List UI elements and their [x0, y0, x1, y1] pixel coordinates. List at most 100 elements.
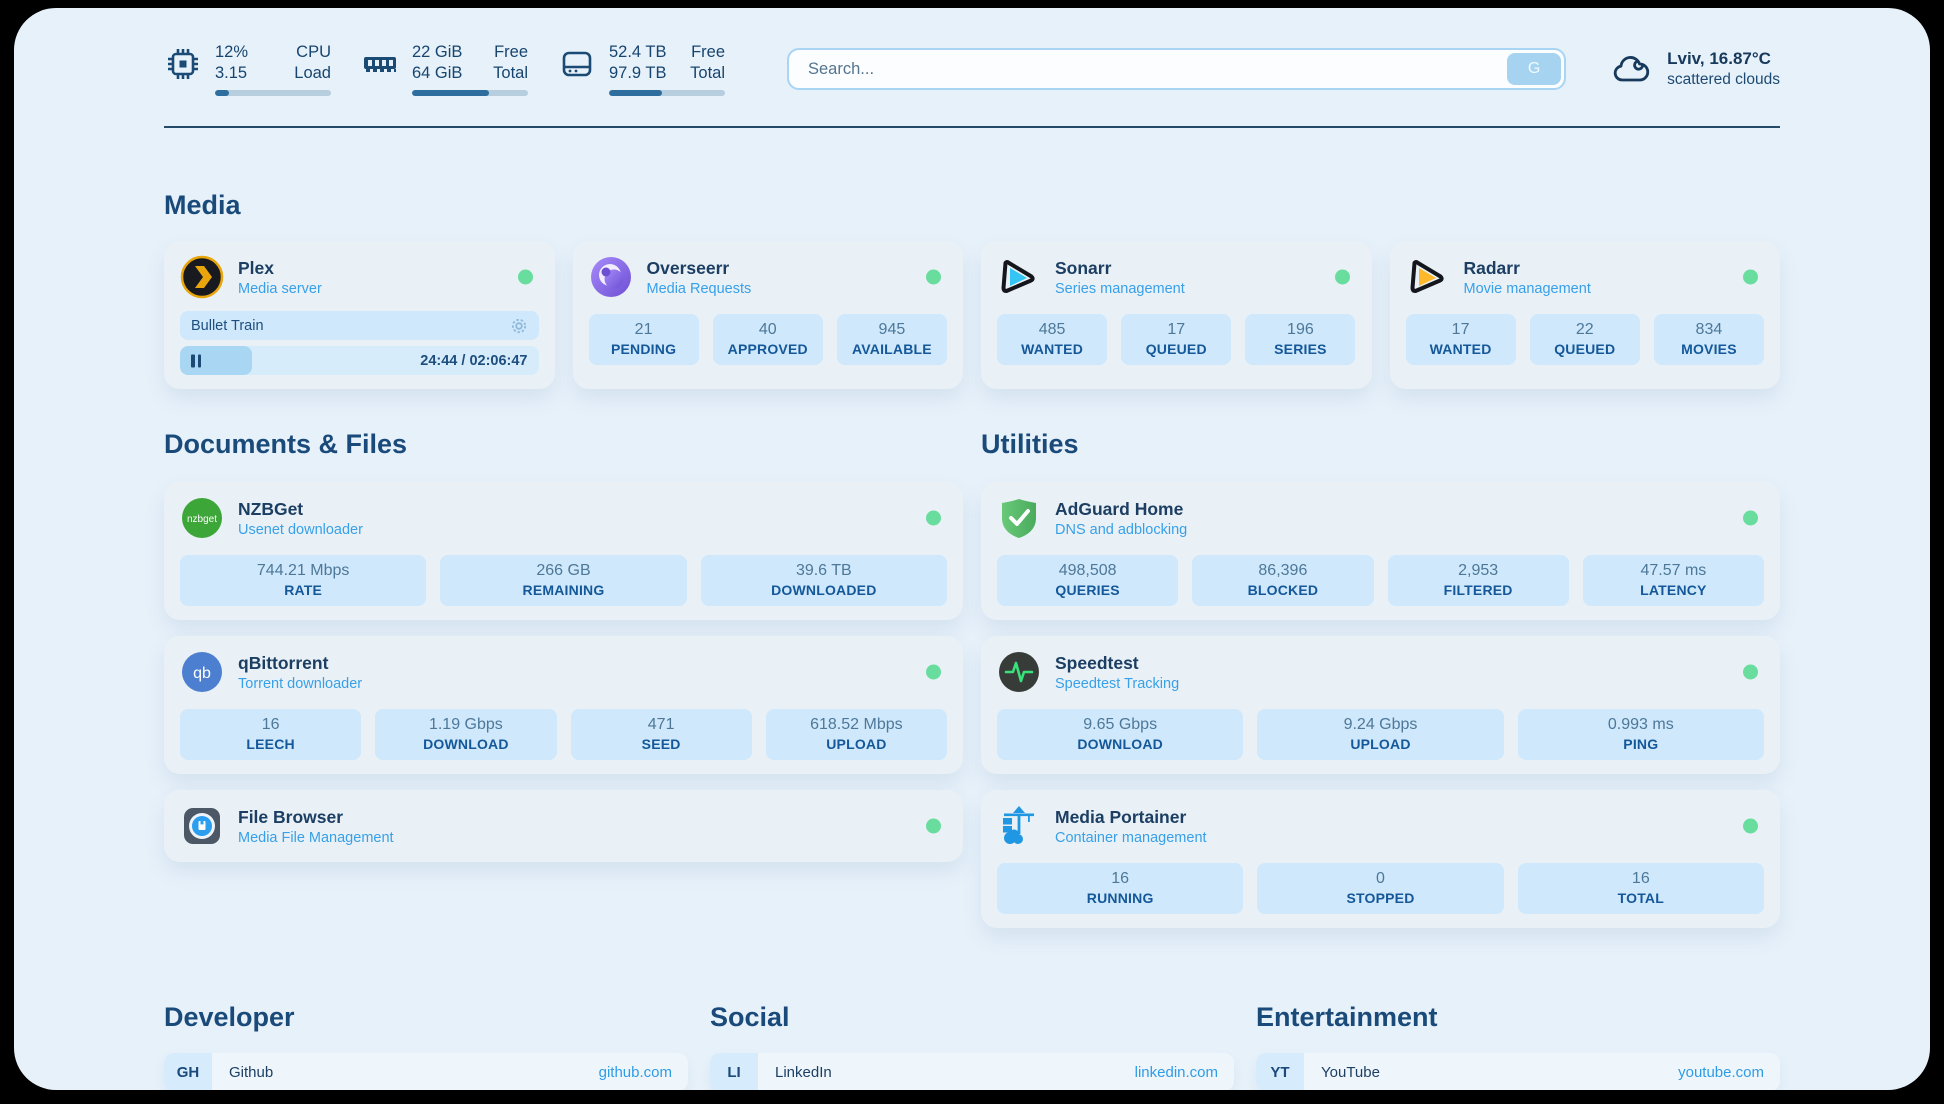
disk-free-value: 52.4 TB: [609, 42, 666, 63]
stat-pill: 0STOPPED: [1257, 863, 1503, 914]
section-title-social: Social: [710, 1002, 1234, 1033]
app-card-overseerr[interactable]: Overseerr Media Requests 21PENDING 40APP…: [573, 241, 964, 389]
stat-pill: 498,508 QUERIES: [997, 555, 1178, 606]
bookmark-github[interactable]: GH Github github.com: [164, 1053, 688, 1090]
weather-widget: Lviv, 16.87°C scattered clouds: [1610, 48, 1780, 90]
stat-label: UPLOAD: [770, 736, 943, 752]
bookmark-url: github.com: [599, 1064, 672, 1081]
search-engine-button[interactable]: G: [1507, 53, 1561, 85]
app-subtitle: Series management: [1055, 281, 1185, 297]
weather-location-temp: Lviv, 16.87°C: [1667, 49, 1780, 69]
stat-pill: 17 WANTED: [1406, 314, 1516, 365]
portainer-icon: [997, 804, 1041, 848]
stat-pill: 22 QUEUED: [1530, 314, 1640, 365]
stat-label: RATE: [184, 582, 422, 598]
plex-icon: [180, 255, 224, 299]
now-playing-title: Bullet Train: [191, 318, 510, 334]
status-online-dot: [1335, 270, 1350, 285]
app-subtitle: Torrent downloader: [238, 676, 362, 692]
app-subtitle: Media File Management: [238, 830, 394, 846]
stat-value: 47.57 ms: [1587, 562, 1760, 580]
radarr-icon: [1406, 255, 1450, 299]
app-title: File Browser: [238, 807, 394, 828]
disk-label-top: Free: [691, 42, 725, 63]
stat-label: DOWNLOAD: [379, 736, 552, 752]
stat-label: AVAILABLE: [841, 341, 943, 357]
bookmark-abbr: YT: [1256, 1053, 1304, 1090]
stat-value: 498,508: [1001, 562, 1174, 580]
app-subtitle: DNS and adblocking: [1055, 522, 1187, 538]
stat-label: QUERIES: [1001, 582, 1174, 598]
status-online-dot: [926, 511, 941, 526]
app-card-sonarr[interactable]: Sonarr Series management 485WANTED 17QUE…: [981, 241, 1372, 389]
stat-pill: 9.24 GbpsUPLOAD: [1257, 709, 1503, 760]
stat-pill: 39.6 TBDOWNLOADED: [701, 555, 947, 606]
stat-value: 9.65 Gbps: [1001, 716, 1239, 734]
bookmark-abbr: LI: [710, 1053, 758, 1090]
stat-value: 744.21 Mbps: [184, 562, 422, 580]
stat-label: SERIES: [1249, 341, 1351, 357]
stat-label: MOVIES: [1658, 341, 1760, 357]
stat-value: 86,396: [1196, 562, 1369, 580]
stat-value: 22: [1534, 321, 1636, 339]
app-card-portainer[interactable]: Media Portainer Container management 16R…: [981, 790, 1780, 928]
dashboard-page: 12%CPU 3.15Load 22 GiBFree 64 GiBTotal: [14, 8, 1930, 1090]
stat-label: STOPPED: [1261, 890, 1499, 906]
search-bar[interactable]: G: [787, 48, 1566, 90]
app-card-adguard[interactable]: AdGuard Home DNS and adblocking 498,508Q…: [981, 482, 1780, 620]
section-title-utilities: Utilities: [981, 429, 1780, 460]
stat-pill: 16 RUNNING: [997, 863, 1243, 914]
app-card-nzbget[interactable]: nzbget NZBGet Usenet downloader 744.21 M…: [164, 482, 963, 620]
stat-label: PENDING: [593, 341, 695, 357]
stat-pill: 196SERIES: [1245, 314, 1355, 365]
cloud-icon: [1610, 48, 1652, 90]
stat-label: BLOCKED: [1196, 582, 1369, 598]
stat-pill: 485WANTED: [997, 314, 1107, 365]
svg-text:nzbget: nzbget: [187, 514, 217, 525]
section-title-media: Media: [164, 190, 1780, 221]
disk-progress-fill: [609, 90, 662, 96]
ram-progress-fill: [412, 90, 489, 96]
app-card-qbittorrent[interactable]: qb qBittorrent Torrent downloader 16LEEC…: [164, 636, 963, 774]
stat-value: 618.52 Mbps: [770, 716, 943, 734]
app-card-speedtest[interactable]: Speedtest Speedtest Tracking 9.65 GbpsDO…: [981, 636, 1780, 774]
app-title: qBittorrent: [238, 653, 362, 674]
svg-text:qb: qb: [193, 665, 211, 682]
stat-label: QUEUED: [1534, 341, 1636, 357]
bookmark-url: linkedin.com: [1135, 1064, 1218, 1081]
stat-pill: 266 GB REMAINING: [440, 555, 686, 606]
stat-value: 471: [575, 716, 748, 734]
app-card-filebrowser[interactable]: File Browser Media File Management: [164, 790, 963, 862]
stat-value: 834: [1658, 321, 1760, 339]
app-title: NZBGet: [238, 499, 363, 520]
stat-label: REMAINING: [444, 582, 682, 598]
cpu-label-top: CPU: [296, 42, 331, 63]
app-card-plex[interactable]: Plex Media server Bullet Train: [164, 241, 555, 389]
disk-total-value: 97.9 TB: [609, 63, 666, 84]
stat-value: 16: [1001, 870, 1239, 888]
stat-label: WANTED: [1410, 341, 1512, 357]
bookmark-url: youtube.com: [1678, 1064, 1764, 1081]
pause-icon: [191, 354, 201, 367]
stat-label: FILTERED: [1392, 582, 1565, 598]
system-stats: 12%CPU 3.15Load 22 GiBFree 64 GiBTotal: [164, 42, 725, 96]
stat-value: 17: [1410, 321, 1512, 339]
overseerr-icon: [589, 255, 633, 299]
stat-label: RUNNING: [1001, 890, 1239, 906]
gear-icon[interactable]: [510, 317, 528, 335]
app-title: Sonarr: [1055, 258, 1185, 279]
app-card-radarr[interactable]: Radarr Movie management 17WANTED 22QUEUE…: [1390, 241, 1781, 389]
stat-label: DOWNLOADED: [705, 582, 943, 598]
sonarr-icon: [997, 255, 1041, 299]
cpu-load-value: 3.15: [215, 63, 247, 84]
cpu-stat: 12%CPU 3.15Load: [164, 42, 331, 96]
stat-pill: 834 MOVIES: [1654, 314, 1764, 365]
stat-value: 266 GB: [444, 562, 682, 580]
bookmark-youtube[interactable]: YT YouTube youtube.com: [1256, 1053, 1780, 1090]
search-input[interactable]: [792, 60, 1507, 79]
bookmark-name: LinkedIn: [775, 1064, 1135, 1081]
bookmark-linkedin[interactable]: LI LinkedIn linkedin.com: [710, 1053, 1234, 1090]
bookmark-abbr: GH: [164, 1053, 212, 1090]
status-online-dot: [518, 270, 533, 285]
status-online-dot: [1743, 819, 1758, 834]
